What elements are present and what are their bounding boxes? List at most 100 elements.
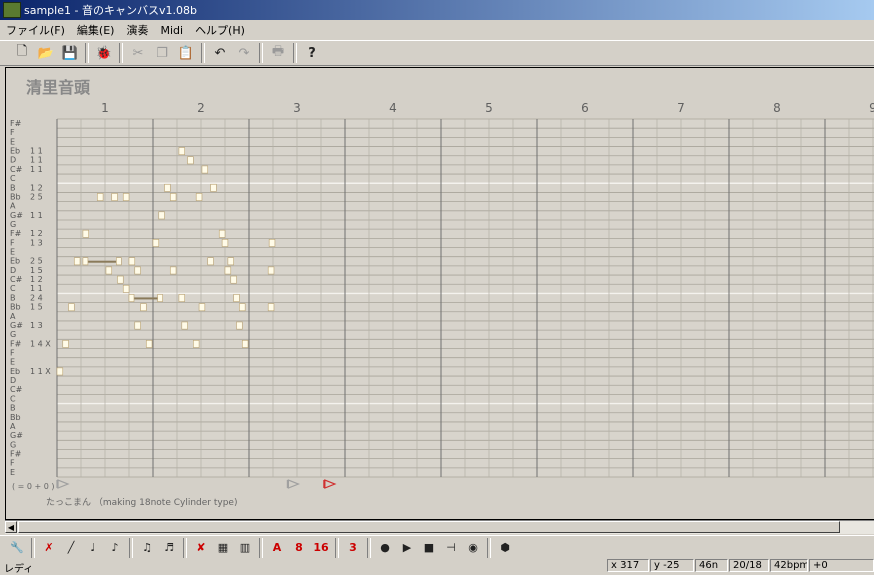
note: [97, 193, 104, 201]
note-label: G#: [10, 431, 23, 440]
toolbar-separator: [119, 43, 123, 63]
end-marker: [323, 479, 337, 489]
note-tool2-icon[interactable]: ♪: [105, 538, 125, 558]
measure-number: 7: [677, 101, 685, 115]
help-icon[interactable]: ?: [302, 43, 322, 63]
note-label: G: [10, 440, 16, 449]
stop-icon[interactable]: ■: [419, 538, 439, 558]
bar-icon[interactable]: ▥: [235, 538, 255, 558]
measure-number: 1: [101, 101, 109, 115]
note-tool-icon[interactable]: ♩: [83, 538, 103, 558]
note-label: F#: [10, 119, 22, 128]
menu-edit[interactable]: 編集(E): [71, 22, 121, 38]
open-folder-icon[interactable]: 📂: [36, 43, 56, 63]
menu-midi[interactable]: Midi: [154, 24, 189, 37]
note-label: C: [10, 284, 16, 293]
note-label: F#: [10, 449, 22, 458]
note-label: C#: [10, 165, 23, 174]
note: [158, 211, 165, 220]
note-count: 1 1 X: [30, 367, 51, 376]
copy-icon[interactable]: ❐: [152, 43, 172, 63]
note: [207, 257, 214, 266]
wrench-icon[interactable]: 🔧: [7, 538, 27, 558]
double-note-icon[interactable]: ♬: [159, 538, 179, 558]
menu-help[interactable]: ヘルプ(H): [189, 22, 251, 38]
pen-eraser-icon[interactable]: ✗: [39, 538, 59, 558]
note: [82, 229, 89, 238]
main-toolbar: 🗋 📂 💾 🐞 ✂ ❐ 📋 ↶ ↷ 🖶 ?: [0, 40, 874, 66]
note-label: F: [10, 128, 15, 137]
loop-icon[interactable]: ◉: [463, 538, 483, 558]
note-label: C#: [10, 385, 23, 394]
note-16-icon[interactable]: 16: [311, 538, 331, 558]
measure-number: 4: [389, 101, 397, 115]
measure-number: 5: [485, 101, 493, 115]
menu-file[interactable]: ファイル(F): [0, 22, 71, 38]
note-label: Eb: [10, 257, 20, 266]
toolbar-separator: [367, 537, 371, 558]
horizontal-scrollbar[interactable]: ◀: [5, 520, 874, 534]
erase-note-icon[interactable]: ✘: [191, 538, 211, 558]
note-count: 2 5: [30, 192, 43, 201]
note-count: 1 2: [30, 183, 43, 192]
cut-icon[interactable]: ✂: [128, 43, 148, 63]
note-label: Bb: [10, 192, 21, 201]
note-count: 1 3: [30, 238, 43, 247]
print-icon[interactable]: 🖶: [268, 43, 288, 63]
import-icon[interactable]: 🐞: [94, 43, 114, 63]
note: [169, 193, 177, 201]
note-label: E: [10, 248, 15, 257]
note: [169, 266, 177, 275]
note: [56, 367, 64, 376]
line-icon[interactable]: ╱: [61, 538, 81, 558]
note: [178, 294, 185, 302]
note: [68, 303, 75, 312]
scrollbar-thumb[interactable]: [18, 521, 840, 533]
paste-icon[interactable]: 📋: [176, 43, 196, 63]
scroll-left-arrow[interactable]: ◀: [5, 521, 17, 533]
play-icon[interactable]: ▶: [397, 538, 417, 558]
note: [239, 303, 246, 312]
undo-icon[interactable]: ↶: [210, 43, 230, 63]
note: [187, 156, 194, 165]
new-file-icon[interactable]: 🗋: [12, 43, 32, 63]
start-marker: [56, 479, 70, 489]
piano-roll-grid[interactable]: 123456789F#FEEb1 1D1 1C#1 1CB1 2Bb2 5AG#…: [6, 68, 874, 520]
record-icon[interactable]: ●: [375, 538, 395, 558]
redo-icon[interactable]: ↷: [234, 43, 254, 63]
note: [210, 183, 217, 192]
piano-roll-canvas[interactable]: 清里音頭 123456789F#FEEb1 1D1 1C#1 1CB1 2Bb2…: [5, 67, 874, 520]
note-label: B: [10, 404, 16, 413]
grid-icon[interactable]: ▦: [213, 538, 233, 558]
note-count: 1 4 X: [30, 339, 51, 348]
note-count: 1 2: [30, 229, 43, 238]
note-8-icon[interactable]: 8: [289, 538, 309, 558]
cylinder-icon[interactable]: ⬢: [495, 538, 515, 558]
measure-number: 3: [293, 101, 301, 115]
status-text: レディ: [4, 564, 34, 575]
step-icon[interactable]: ⊣: [441, 538, 461, 558]
note: [128, 257, 136, 266]
note: [134, 321, 141, 330]
note-label: E: [10, 468, 15, 477]
note-count: 1 1: [30, 147, 43, 156]
note-label: F#: [10, 339, 22, 348]
loop-marker: [286, 479, 301, 489]
menu-play[interactable]: 演奏: [120, 22, 154, 38]
mark-icon[interactable]: ♫: [137, 538, 157, 558]
note-count: 2 4: [30, 293, 43, 302]
note-a-icon[interactable]: A: [267, 538, 287, 558]
note-3-icon[interactable]: 3: [343, 538, 363, 558]
note-label: Eb: [10, 147, 20, 156]
note-label: G#: [10, 321, 23, 330]
save-icon[interactable]: 💾: [60, 43, 80, 63]
toolbar-separator: [487, 537, 491, 558]
note-count: 1 1: [30, 284, 43, 293]
note: [140, 303, 147, 312]
note-label: E: [10, 358, 15, 367]
status-position: 20/18: [729, 559, 769, 572]
note: [267, 303, 275, 312]
toolbar-separator: [129, 537, 133, 558]
toolbar-separator: [293, 43, 297, 63]
note: [164, 183, 171, 192]
